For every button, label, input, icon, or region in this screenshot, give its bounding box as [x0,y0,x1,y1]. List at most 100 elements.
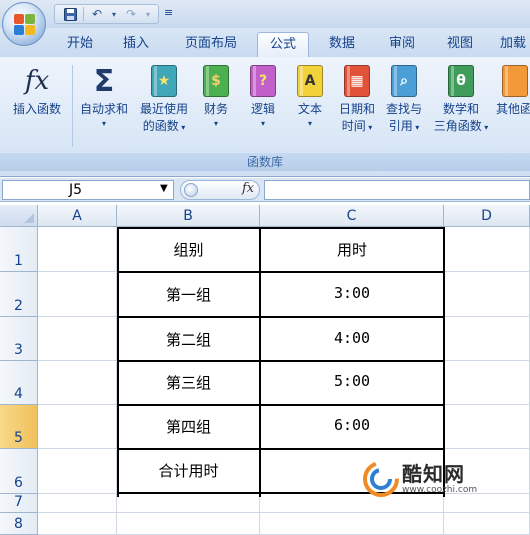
logical-button[interactable]: ? 逻辑 ▾ [244,61,282,151]
chevron-down-icon: ▾ [365,123,373,132]
formula-bar: J5 ▼ fx [0,178,530,202]
financial-button[interactable]: $ 财务 ▾ [197,61,235,151]
expand-handle-icon[interactable] [184,183,198,197]
chevron-down-icon: ▾ [481,123,489,132]
text-book-icon: A [297,65,323,97]
cell-c3[interactable]: 4:00 [260,329,444,347]
office-logo-icon [14,14,36,36]
cell-b1[interactable]: 组别 [117,239,260,260]
recently-used-button[interactable]: ★ 最近使用 的函数 ▾ [134,61,194,151]
column-header-b[interactable]: B [117,205,260,227]
math-trig-label-1: 数学和 [442,102,479,116]
column-header-c[interactable]: C [260,205,444,227]
table-border [117,360,444,362]
row-header-8[interactable]: 8 [0,513,38,535]
lookup-reference-label-1: 查找与 [385,102,422,116]
lookup-reference-button[interactable]: ⌕ 查找与 引用 ▾ [382,61,426,151]
tab-view[interactable]: 视图 [438,32,482,58]
logical-label: 逻辑 [250,102,275,116]
text-functions-button[interactable]: A 文本 ▾ [291,61,329,151]
row-header-7[interactable]: 7 [0,494,38,513]
cell-b2[interactable]: 第一组 [117,284,260,305]
watermark-url: www.coozhi.com [402,485,478,495]
office-button[interactable] [2,2,46,46]
tab-formulas[interactable]: 公式 [257,32,309,58]
tab-review[interactable]: 审阅 [380,32,424,58]
row-header-1[interactable]: 1 [0,227,38,272]
date-time-label-1: 日期和 [338,102,375,116]
calendar-book-icon: ▦ [344,65,370,97]
table-border [117,271,444,273]
coozhi-logo-icon [362,460,400,498]
formula-input[interactable] [264,180,530,200]
chevron-down-icon: ▾ [178,123,186,132]
cell-c1[interactable]: 用时 [260,239,444,260]
save-icon[interactable] [61,6,79,22]
row-header-2[interactable]: 2 [0,272,38,317]
finance-book-icon: $ [203,65,229,97]
cell-c4[interactable]: 5:00 [260,372,444,390]
function-library-group-label: 函数库 [0,153,530,171]
row-header-5[interactable]: 5 [0,405,38,449]
tab-add-ins[interactable]: 加载 [500,32,530,58]
chevron-down-icon: ▾ [412,123,420,132]
table-border [117,227,119,497]
table-border [117,448,444,450]
text-functions-label: 文本 [297,102,322,116]
cell-b6[interactable]: 合计用时 [117,460,260,481]
fx-icon: fx [24,66,50,96]
chevron-down-icon: ▾ [260,119,265,128]
name-box-dropdown-icon[interactable]: ▼ [160,183,168,194]
column-header-d[interactable]: D [444,205,530,227]
chevron-down-icon: ▾ [213,119,218,128]
tab-page-layout[interactable]: 页面布局 [174,32,248,58]
recently-used-label-1: 最近使用 [139,102,188,116]
tab-data[interactable]: 数据 [320,32,364,58]
table-border [259,227,261,497]
cell-c5[interactable]: 6:00 [260,416,444,434]
more-book-icon [502,65,528,97]
watermark-name: 酷知网 [402,462,465,486]
cell-b4[interactable]: 第三组 [117,372,260,393]
undo-dropdown-icon[interactable]: ▾ [110,6,118,22]
name-box[interactable]: J5 [2,180,174,200]
tab-insert[interactable]: 插入 [114,32,158,58]
chevron-down-icon: ▾ [307,119,312,128]
qat-separator [83,7,84,21]
chevron-down-icon: ▾ [101,119,106,128]
date-time-label-2: 时间 [341,119,366,133]
insert-function-button[interactable]: fx 插入函数 [6,61,68,151]
date-time-button[interactable]: ▦ 日期和 时间 ▾ [335,61,379,151]
redo-icon[interactable]: ↷ [122,6,140,22]
table-border [117,404,444,406]
gridline [38,512,530,513]
ribbon-formulas: fx 插入函数 Σ 自动求和 ▾ ★ 最近使用 的函数 ▾ $ 财务 ▾ ? 逻… [0,57,530,177]
undo-icon[interactable]: ↶ [88,6,106,22]
customize-qat-icon[interactable]: ≡ [164,6,173,19]
recently-used-label-2: 的函数 [142,119,179,133]
math-trig-button[interactable]: θ 数学和 三角函数 ▾ [430,61,492,151]
cell-b5[interactable]: 第四组 [117,416,260,437]
row-header-3[interactable]: 3 [0,317,38,361]
cell-b3[interactable]: 第二组 [117,329,260,350]
magnifier-book-icon: ⌕ [391,65,417,97]
more-functions-button[interactable]: 其他函 [496,61,530,151]
autosum-button[interactable]: Σ 自动求和 ▾ [76,61,132,151]
cell-c2[interactable]: 3:00 [260,284,444,302]
theta-book-icon: θ [448,65,474,97]
question-book-icon: ? [250,65,276,97]
column-header-a[interactable]: A [38,205,117,227]
table-border [443,227,445,497]
select-all-corner[interactable] [0,205,38,227]
redo-dropdown-icon[interactable]: ▾ [144,6,152,22]
more-functions-label: 其他函 [496,102,530,116]
math-trig-label-2: 三角函数 [433,119,482,133]
tab-home[interactable]: 开始 [58,32,102,58]
insert-function-label: 插入函数 [12,102,61,116]
quick-access-toolbar: ↶ ▾ ↷ ▾ [54,4,159,24]
row-header-6[interactable]: 6 [0,449,38,494]
insert-function-fx-icon[interactable]: fx [242,181,254,196]
autosum-label: 自动求和 [79,102,128,116]
ribbon-tab-row: 开始 插入 页面布局 公式 数据 审阅 视图 加载 [0,28,530,58]
row-header-4[interactable]: 4 [0,361,38,405]
